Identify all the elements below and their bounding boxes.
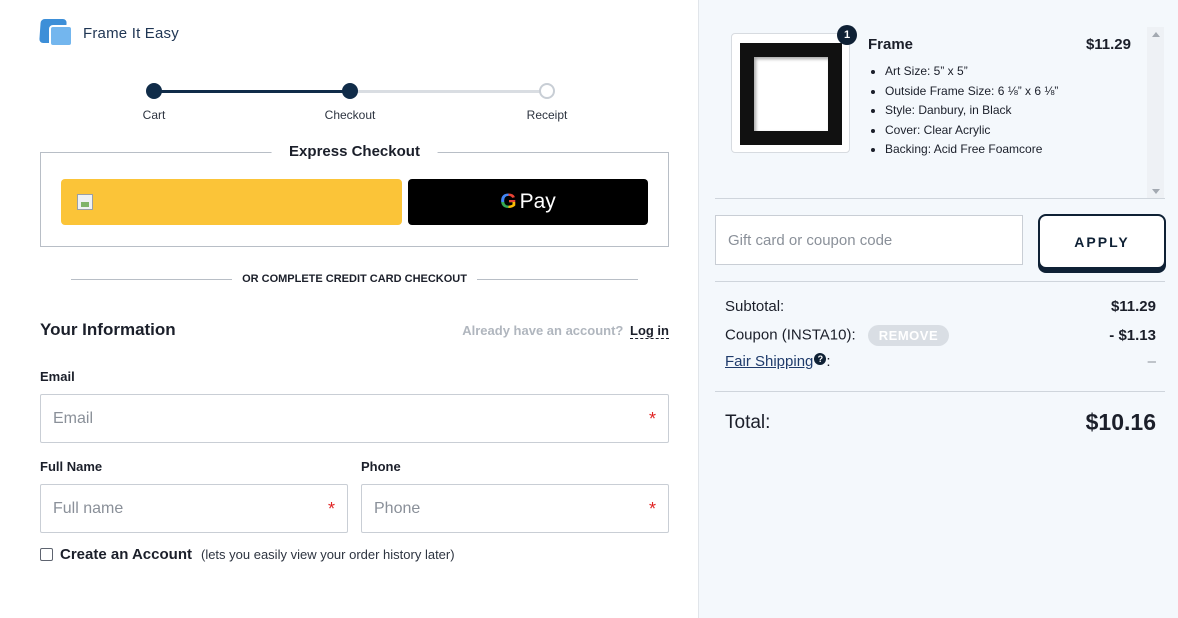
spec-style: Style: Danbury, in Black bbox=[885, 101, 1058, 121]
divider-line-left bbox=[71, 278, 233, 280]
full-name-label: Full Name bbox=[40, 459, 103, 474]
cart-item-specs: Art Size: 5” x 5” Outside Frame Size: 6 … bbox=[885, 62, 1058, 160]
full-name-field-wrapper: * bbox=[40, 484, 348, 533]
apply-coupon-button[interactable]: APPLY bbox=[1038, 214, 1166, 269]
shipping-colon: : bbox=[826, 353, 831, 370]
coupon-value: - $1.13 bbox=[1109, 327, 1156, 344]
checkout-progress: Cart Checkout Receipt bbox=[0, 80, 698, 128]
spec-cover: Cover: Clear Acrylic bbox=[885, 121, 1058, 141]
create-account-row: Create an Account (lets you easily view … bbox=[40, 546, 455, 563]
your-information-heading: Your Information bbox=[40, 320, 176, 339]
help-icon[interactable]: ? bbox=[814, 353, 827, 365]
cart-items-box: 1 Frame $11.29 Art Size: 5” x 5” Outside… bbox=[715, 22, 1164, 199]
total-row: Total: $10.16 bbox=[725, 409, 1156, 436]
coupon-divider bbox=[715, 281, 1165, 282]
progress-track-complete bbox=[154, 90, 350, 93]
coupon-field-wrapper bbox=[715, 215, 1023, 265]
step-checkout-label: Checkout bbox=[324, 108, 376, 122]
step-cart-label[interactable]: Cart bbox=[143, 108, 166, 122]
total-divider bbox=[715, 391, 1165, 392]
create-account-checkbox[interactable] bbox=[40, 548, 53, 561]
create-account-hint: (lets you easily view your order history… bbox=[200, 547, 455, 562]
quantity-badge: 1 bbox=[837, 25, 857, 45]
divider-text: OR COMPLETE CREDIT CARD CHECKOUT bbox=[242, 273, 467, 285]
coupon-input[interactable] bbox=[716, 216, 1022, 264]
express-checkout-title: Express Checkout bbox=[271, 143, 438, 160]
fair-shipping-link[interactable]: Fair Shipping bbox=[725, 353, 813, 370]
login-link[interactable]: Log in bbox=[630, 323, 669, 339]
shipping-row: Fair Shipping?: – bbox=[725, 353, 1156, 370]
subtotal-label: Subtotal: bbox=[725, 298, 785, 315]
brand-logo[interactable]: Frame It Easy bbox=[39, 17, 179, 49]
google-g-icon: G bbox=[500, 190, 517, 213]
phone-required-icon: * bbox=[648, 499, 656, 519]
full-name-required-icon: * bbox=[327, 499, 335, 519]
phone-field[interactable] bbox=[362, 485, 668, 532]
create-account-label[interactable]: Create an Account bbox=[60, 546, 192, 563]
total-value: $10.16 bbox=[1085, 409, 1156, 435]
shipping-value: – bbox=[1147, 353, 1156, 370]
cart-divider bbox=[715, 198, 1165, 199]
divider-line-right bbox=[476, 278, 639, 280]
step-checkout-dot bbox=[342, 83, 358, 99]
subtotal-row: Subtotal: $11.29 bbox=[725, 298, 1156, 315]
coupon-label: Coupon (INSTA10): bbox=[725, 326, 856, 344]
login-prompt: Already have an account? Log in bbox=[462, 323, 669, 339]
scroll-down-icon[interactable] bbox=[1152, 189, 1160, 194]
step-cart-dot bbox=[146, 83, 162, 99]
cart-item-price: $11.29 bbox=[1085, 36, 1131, 53]
broken-image-icon bbox=[77, 194, 93, 210]
coupon-row: Coupon (INSTA10): REMOVE - $1.13 bbox=[725, 325, 1156, 346]
black-frame-image bbox=[740, 43, 842, 145]
checkout-form-column: Frame It Easy Cart Checkout Receipt Expr… bbox=[0, 0, 698, 618]
total-label: Total: bbox=[725, 411, 771, 433]
remove-coupon-button[interactable]: REMOVE bbox=[867, 325, 950, 346]
email-field-wrapper: * bbox=[40, 394, 669, 443]
frame-thumbnail bbox=[731, 33, 850, 153]
brand-name: Frame It Easy bbox=[83, 24, 179, 42]
account-question: Already have an account? bbox=[462, 323, 624, 338]
full-name-field[interactable] bbox=[41, 485, 347, 532]
scroll-up-icon[interactable] bbox=[1152, 32, 1160, 37]
checkout-divider: OR COMPLETE CREDIT CARD CHECKOUT bbox=[71, 271, 639, 287]
email-label: Email bbox=[40, 369, 75, 384]
email-field[interactable] bbox=[41, 395, 668, 442]
step-receipt-label: Receipt bbox=[526, 108, 568, 122]
progress-track-remaining bbox=[350, 90, 546, 93]
phone-label: Phone bbox=[361, 459, 401, 474]
cart-item-name: Frame bbox=[868, 36, 914, 53]
subtotal-value: $11.29 bbox=[1110, 298, 1156, 315]
paypal-button[interactable] bbox=[61, 179, 402, 225]
spec-art-size: Art Size: 5” x 5” bbox=[885, 62, 1058, 82]
frame-logo-icon bbox=[39, 17, 74, 49]
spec-backing: Backing: Acid Free Foamcore bbox=[885, 140, 1058, 160]
email-required-icon: * bbox=[648, 409, 656, 429]
phone-field-wrapper: * bbox=[361, 484, 669, 533]
google-pay-button[interactable]: G Pay bbox=[408, 179, 648, 225]
spec-outside-size: Outside Frame Size: 6 ⅛” x 6 ⅛” bbox=[885, 82, 1058, 102]
order-summary-panel: 1 Frame $11.29 Art Size: 5” x 5” Outside… bbox=[698, 0, 1178, 618]
express-checkout-box: Express Checkout G Pay bbox=[40, 143, 669, 247]
step-receipt-dot bbox=[539, 83, 555, 99]
google-pay-label: Pay bbox=[519, 190, 556, 213]
cart-scrollbar[interactable] bbox=[1147, 27, 1164, 199]
